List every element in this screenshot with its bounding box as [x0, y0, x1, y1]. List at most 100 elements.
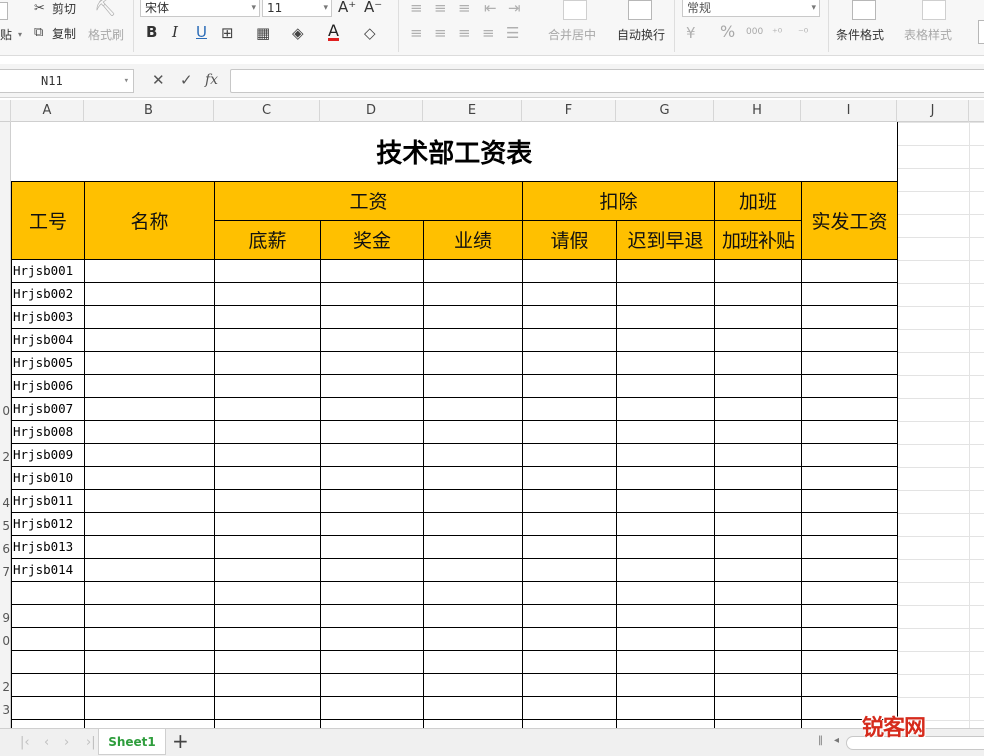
- header-base-salary[interactable]: 底薪: [214, 219, 321, 260]
- table-cell[interactable]: [84, 281, 215, 306]
- employee-id-cell[interactable]: Hrjsb008: [11, 419, 85, 444]
- table-cell[interactable]: [801, 511, 898, 536]
- table-cell[interactable]: [714, 695, 802, 720]
- table-cell[interactable]: [801, 534, 898, 559]
- table-cell[interactable]: [423, 649, 523, 674]
- more-tools-icon[interactable]: [978, 20, 984, 44]
- table-cell[interactable]: [801, 603, 898, 628]
- employee-id-cell[interactable]: Hrjsb009: [11, 442, 85, 467]
- table-cell[interactable]: [522, 649, 617, 674]
- table-cell[interactable]: [320, 511, 424, 536]
- sheet-tab-sheet1[interactable]: Sheet1: [98, 729, 166, 755]
- table-cell[interactable]: [84, 350, 215, 375]
- table-cell[interactable]: [801, 350, 898, 375]
- row-number[interactable]: 5: [0, 520, 10, 532]
- table-cell[interactable]: [320, 557, 424, 582]
- table-cell[interactable]: [423, 626, 523, 651]
- table-cell[interactable]: [714, 373, 802, 398]
- table-cell[interactable]: [214, 626, 321, 651]
- row-number[interactable]: 2: [0, 681, 10, 693]
- table-cell[interactable]: [214, 350, 321, 375]
- table-cell[interactable]: [616, 281, 715, 306]
- table-cell[interactable]: [320, 373, 424, 398]
- table-cell[interactable]: [320, 672, 424, 697]
- table-cell[interactable]: [616, 419, 715, 444]
- header-overtime-group[interactable]: 加班: [714, 180, 802, 221]
- table-cell[interactable]: [423, 304, 523, 329]
- row-number[interactable]: 7: [0, 566, 10, 578]
- paste-dropdown-icon[interactable]: ▾: [18, 28, 22, 42]
- table-cell[interactable]: [616, 258, 715, 283]
- first-sheet-icon[interactable]: |‹: [20, 735, 30, 750]
- table-cell[interactable]: [616, 396, 715, 421]
- shrink-font-button[interactable]: A⁻: [364, 0, 382, 15]
- table-cell[interactable]: [616, 695, 715, 720]
- table-cell[interactable]: [616, 534, 715, 559]
- table-cell[interactable]: [423, 327, 523, 352]
- table-cell[interactable]: [714, 580, 802, 605]
- table-cell[interactable]: [616, 327, 715, 352]
- font-color-button[interactable]: A: [328, 23, 339, 41]
- table-cell[interactable]: [84, 465, 215, 490]
- table-cell[interactable]: [522, 488, 617, 513]
- align-middle-icon[interactable]: ≡: [434, 0, 447, 16]
- table-cell[interactable]: [423, 672, 523, 697]
- insert-function-button[interactable]: fx: [205, 72, 218, 88]
- table-cell[interactable]: [714, 649, 802, 674]
- table-cell[interactable]: [522, 327, 617, 352]
- table-cell[interactable]: [214, 465, 321, 490]
- row-number[interactable]: 0: [0, 635, 10, 647]
- table-cell[interactable]: [320, 626, 424, 651]
- row-number[interactable]: 9: [0, 612, 10, 624]
- table-cell[interactable]: [801, 419, 898, 444]
- employee-id-cell[interactable]: Hrjsb013: [11, 534, 85, 559]
- table-cell[interactable]: [320, 396, 424, 421]
- header-bonus[interactable]: 奖金: [320, 219, 424, 260]
- column-header[interactable]: B: [84, 100, 214, 122]
- table-cell[interactable]: [714, 304, 802, 329]
- table-cell[interactable]: [423, 580, 523, 605]
- row-number[interactable]: 6: [0, 543, 10, 555]
- table-cell[interactable]: [522, 419, 617, 444]
- table-cell[interactable]: [616, 649, 715, 674]
- borders-icon[interactable]: ⊞: [221, 25, 234, 41]
- employee-id-cell[interactable]: Hrjsb004: [11, 327, 85, 352]
- table-cell[interactable]: [214, 373, 321, 398]
- table-cell[interactable]: [616, 442, 715, 467]
- table-cell[interactable]: [320, 304, 424, 329]
- table-cell[interactable]: [84, 511, 215, 536]
- row-number[interactable]: 3: [0, 704, 10, 716]
- table-cell[interactable]: [214, 649, 321, 674]
- table-cell[interactable]: [801, 327, 898, 352]
- table-cell[interactable]: [714, 603, 802, 628]
- table-cell[interactable]: [616, 557, 715, 582]
- paste-button[interactable]: 贴: [0, 28, 12, 42]
- table-cell[interactable]: [84, 373, 215, 398]
- indent-increase-icon[interactable]: ⇥: [508, 0, 521, 16]
- table-cell[interactable]: [522, 580, 617, 605]
- table-cell[interactable]: [714, 672, 802, 697]
- header-late-early[interactable]: 迟到早退: [616, 219, 715, 260]
- header-employee-id[interactable]: 工号: [11, 180, 85, 260]
- employee-id-cell[interactable]: [11, 649, 85, 674]
- align-left-icon[interactable]: ≡: [410, 25, 423, 41]
- table-cell[interactable]: [714, 534, 802, 559]
- table-cell[interactable]: [423, 350, 523, 375]
- table-cell[interactable]: [616, 672, 715, 697]
- table-cell[interactable]: [84, 534, 215, 559]
- table-cell[interactable]: [214, 396, 321, 421]
- conditional-format-button[interactable]: 条件格式: [836, 28, 884, 42]
- table-cell[interactable]: [714, 442, 802, 467]
- table-cell[interactable]: [84, 695, 215, 720]
- last-sheet-icon[interactable]: ›|: [86, 735, 96, 750]
- format-painter-button[interactable]: 格式刷: [88, 28, 124, 42]
- table-cell[interactable]: [320, 419, 424, 444]
- eraser-icon[interactable]: ◇: [364, 25, 376, 41]
- employee-id-cell[interactable]: Hrjsb012: [11, 511, 85, 536]
- wrap-text-button[interactable]: 自动换行: [617, 28, 665, 42]
- employee-id-cell[interactable]: Hrjsb001: [11, 258, 85, 283]
- align-center-icon[interactable]: ≡: [434, 25, 447, 41]
- employee-id-cell[interactable]: Hrjsb005: [11, 350, 85, 375]
- add-sheet-button[interactable]: +: [172, 731, 189, 751]
- header-overtime-pay[interactable]: 加班补贴: [714, 219, 802, 260]
